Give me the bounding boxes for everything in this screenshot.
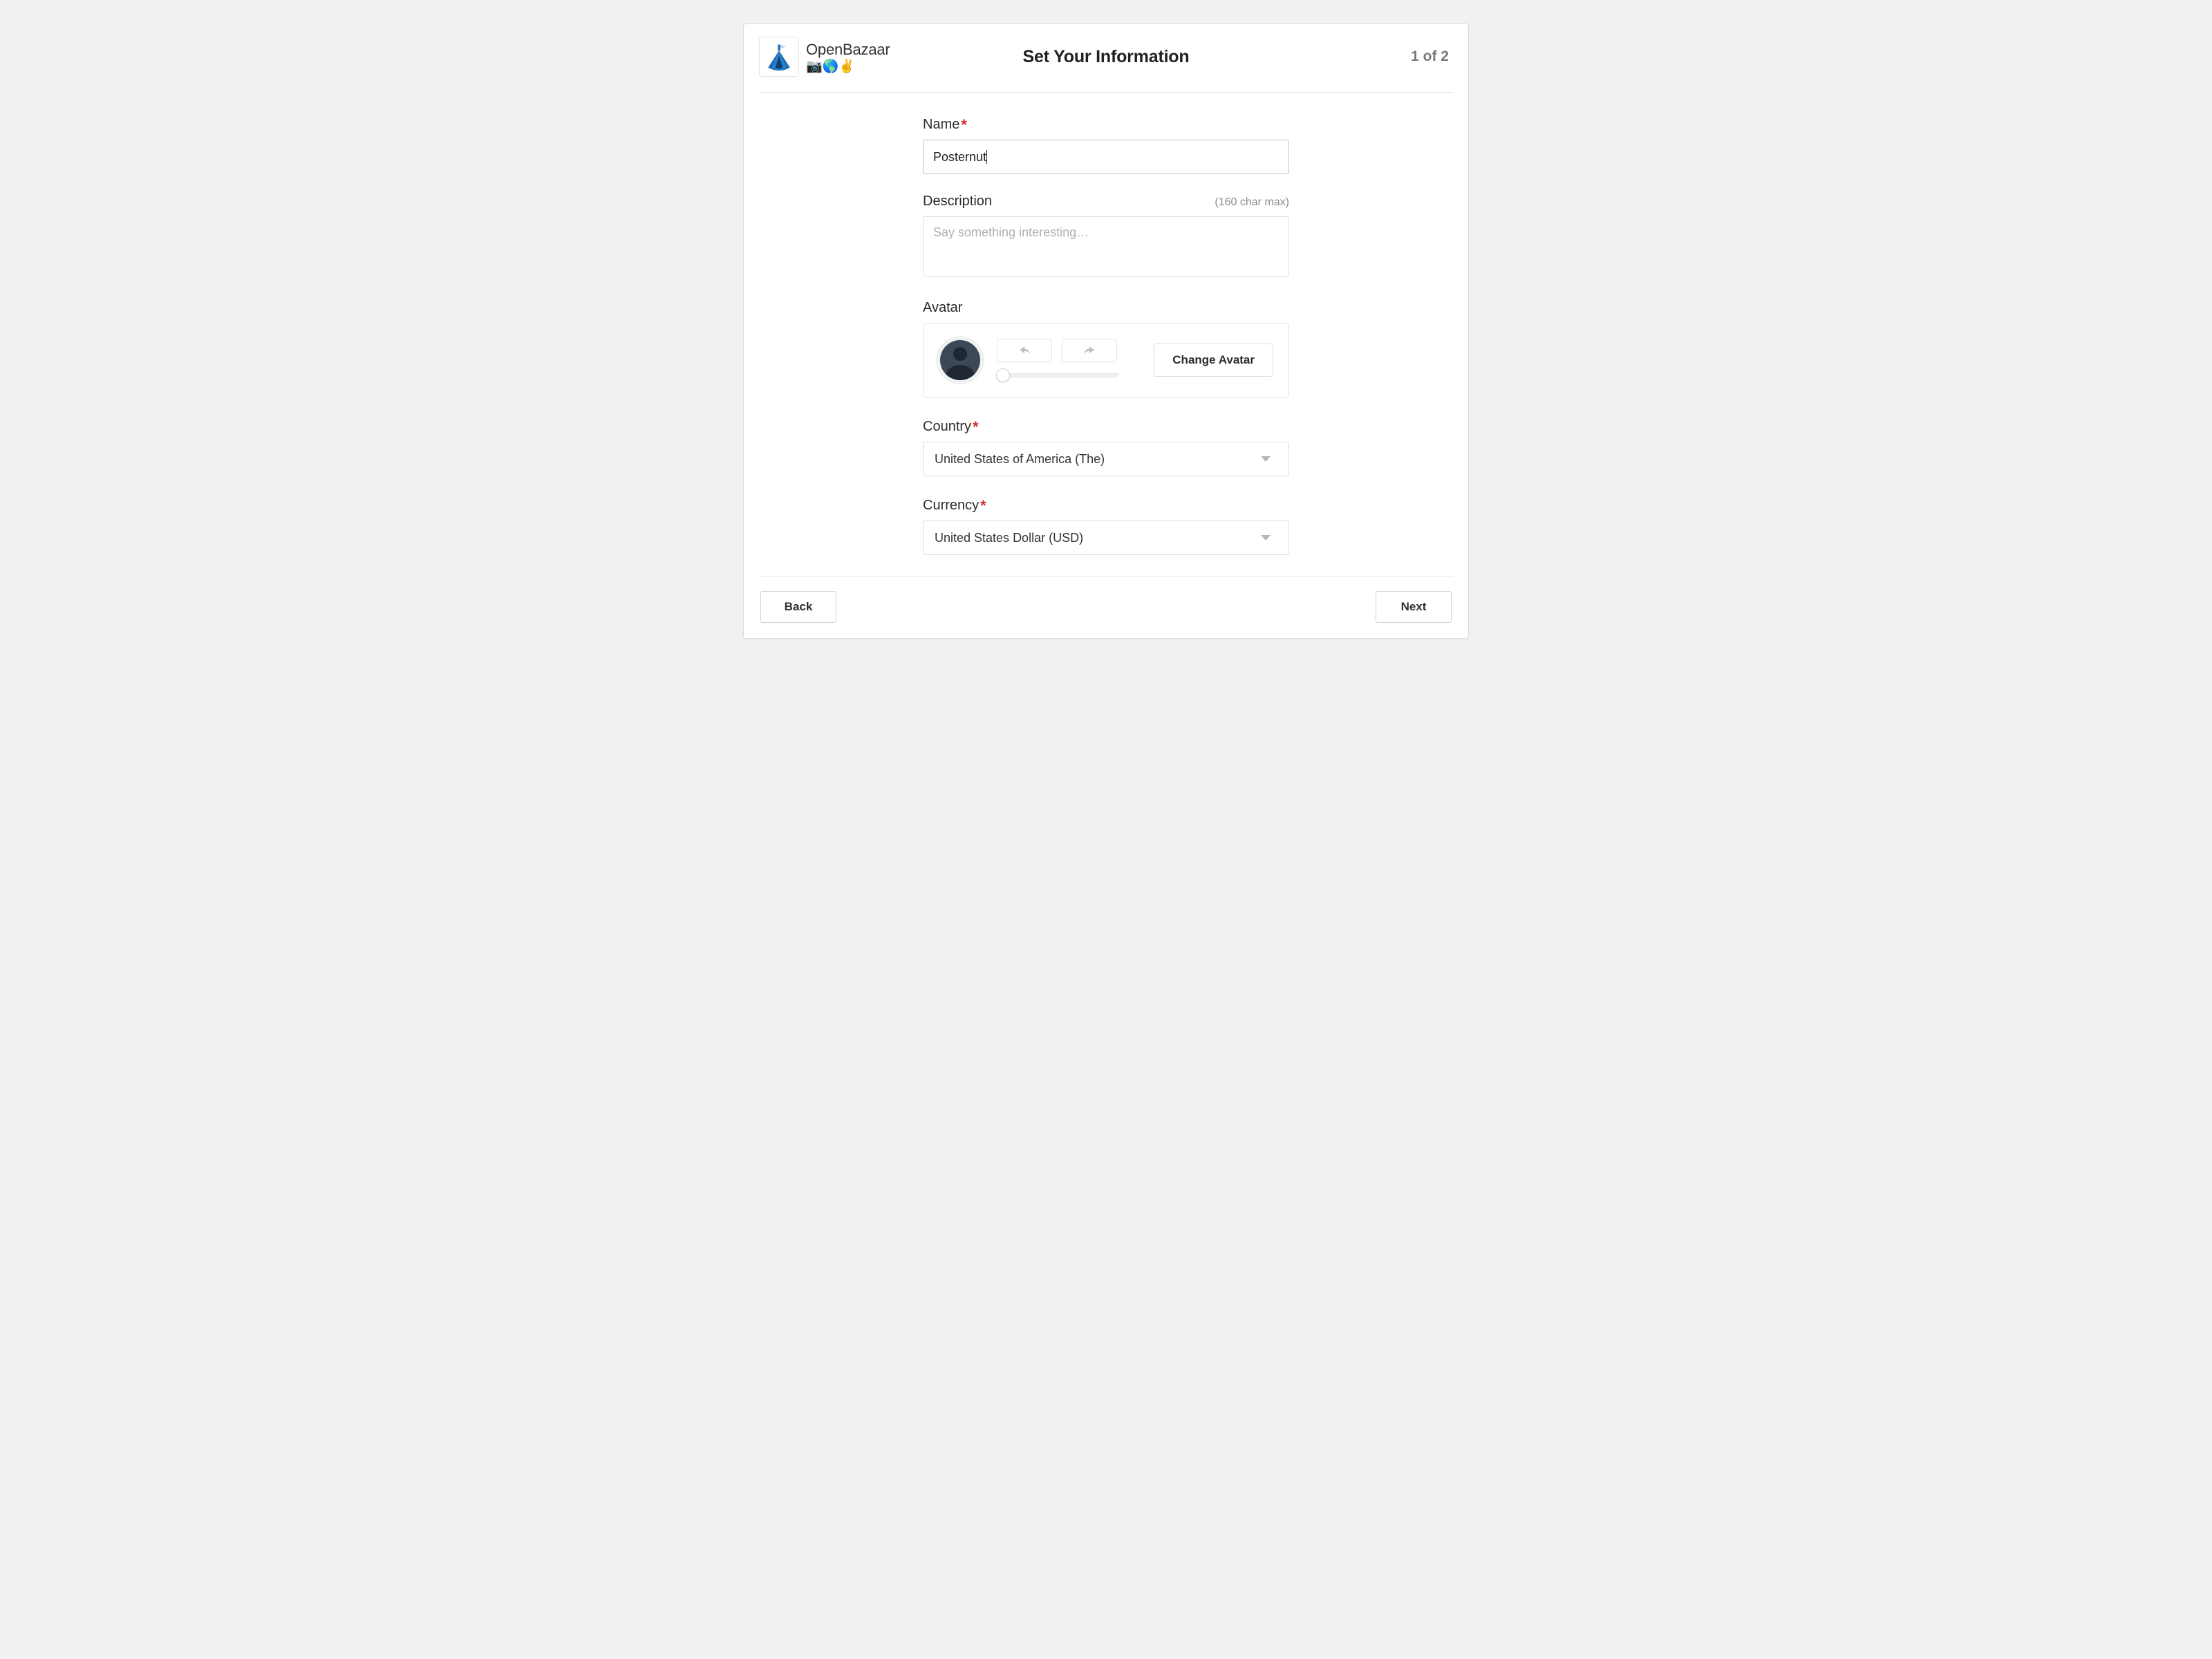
currency-select[interactable]: United States Dollar (USD) [923, 521, 1289, 555]
card-body: Name* Posternut Description (160 char ma… [744, 93, 1468, 577]
onboarding-card: OpenBazaar 📷🌎✌️ Set Your Information 1 o… [743, 24, 1469, 639]
currency-label: Currency [923, 498, 979, 513]
brand-subtext-emojis: 📷🌎✌️ [806, 60, 890, 73]
avatar-silhouette-icon [940, 340, 980, 380]
next-button[interactable]: Next [1376, 591, 1452, 623]
chevron-down-icon [1261, 456, 1271, 462]
brand-text: OpenBazaar 📷🌎✌️ [806, 41, 890, 73]
text-cursor [986, 150, 987, 164]
slider-thumb[interactable] [996, 368, 1010, 382]
avatar-label: Avatar [923, 300, 962, 316]
description-input[interactable] [923, 216, 1289, 277]
redo-icon [1082, 344, 1096, 357]
avatar-zoom-slider[interactable] [997, 369, 1118, 382]
avatar-field: Avatar [923, 300, 1289, 397]
redo-button[interactable] [1062, 339, 1117, 362]
back-button[interactable]: Back [760, 591, 836, 623]
country-value: United States of America (The) [935, 452, 1105, 467]
description-label: Description [923, 194, 992, 209]
name-label: Name [923, 117, 959, 132]
undo-icon [1018, 344, 1031, 357]
required-indicator: * [961, 116, 967, 133]
brand-logo-icon [759, 37, 799, 77]
country-field: Country* United States of America (The) [923, 417, 1289, 476]
undo-button[interactable] [997, 339, 1052, 362]
form-column: Name* Posternut Description (160 char ma… [923, 115, 1289, 563]
country-select[interactable]: United States of America (The) [923, 442, 1289, 476]
change-avatar-button[interactable]: Change Avatar [1154, 344, 1273, 377]
step-indicator: 1 of 2 [1411, 48, 1449, 65]
name-field: Name* Posternut [923, 115, 1289, 174]
required-indicator: * [980, 497, 986, 514]
description-hint: (160 char max) [1215, 196, 1289, 209]
description-field: Description (160 char max) [923, 194, 1289, 281]
card-header: OpenBazaar 📷🌎✌️ Set Your Information 1 o… [744, 24, 1468, 92]
name-input[interactable]: Posternut [923, 140, 1289, 174]
brand-name: OpenBazaar [806, 41, 890, 59]
required-indicator: * [973, 418, 979, 435]
avatar-controls [997, 339, 1118, 382]
country-label: Country [923, 419, 971, 434]
avatar-editor: Change Avatar [923, 323, 1289, 397]
chevron-down-icon [1261, 535, 1271, 541]
avatar-preview [936, 336, 984, 384]
card-footer: Back Next [744, 577, 1468, 638]
currency-field: Currency* United States Dollar (USD) [923, 496, 1289, 555]
currency-value: United States Dollar (USD) [935, 531, 1083, 545]
brand: OpenBazaar 📷🌎✌️ [759, 37, 890, 77]
